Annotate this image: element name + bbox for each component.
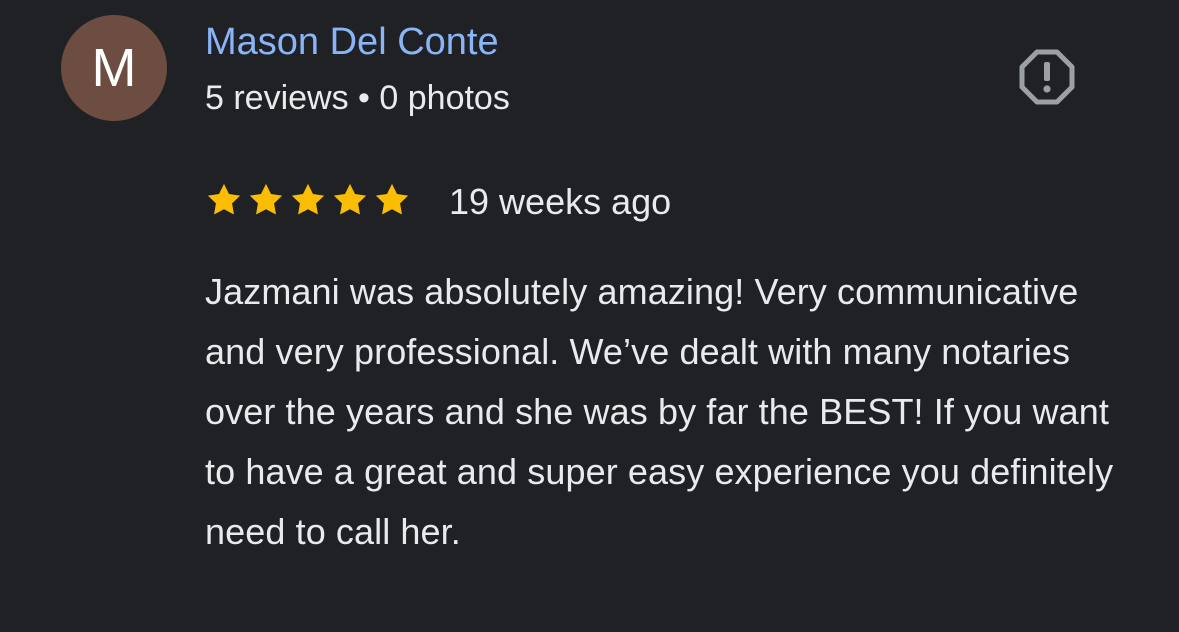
avatar[interactable]: M xyxy=(61,15,167,121)
reviewer-name[interactable]: Mason Del Conte xyxy=(205,20,499,64)
star-rating xyxy=(205,181,411,221)
star-icon xyxy=(291,183,325,215)
star-icon xyxy=(375,183,409,215)
avatar-initial: M xyxy=(91,38,137,98)
report-button[interactable] xyxy=(1017,47,1077,107)
star-icon xyxy=(333,183,367,215)
review-date: 19 weeks ago xyxy=(449,181,672,222)
report-icon xyxy=(1019,49,1075,105)
star-icon xyxy=(207,183,241,215)
reviewer-meta: 5 reviews • 0 photos xyxy=(205,79,510,117)
star-icon xyxy=(249,183,283,215)
review-text: Jazmani was absolutely amazing! Very com… xyxy=(205,271,1114,552)
review-card: M Mason Del Conte 5 reviews • 0 photos 1… xyxy=(0,0,1179,632)
